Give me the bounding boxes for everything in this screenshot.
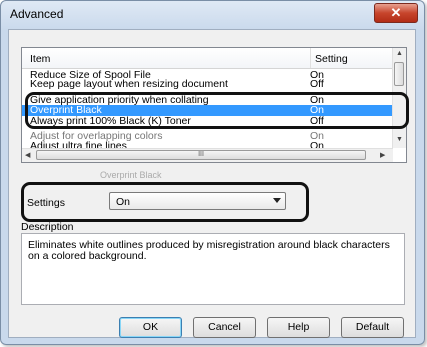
list-item-name: Keep page layout when resizing document — [30, 79, 228, 90]
column-divider[interactable] — [310, 48, 311, 68]
title-bar: Advanced ✕ — [1, 1, 424, 29]
cancel-button[interactable]: Cancel — [193, 317, 256, 338]
highlight-ring-list-selection — [25, 92, 409, 129]
scroll-right-icon[interactable]: ▶ — [380, 151, 385, 159]
default-button[interactable]: Default — [341, 317, 404, 338]
ok-button[interactable]: OK — [119, 317, 182, 338]
close-button[interactable]: ✕ — [374, 3, 418, 23]
chevron-down-icon[interactable] — [273, 198, 281, 203]
description-box: Eliminates white outlines produced by mi… — [21, 233, 405, 305]
settings-group-caption: Overprint Black — [100, 170, 162, 180]
scroll-down-icon[interactable]: ▼ — [396, 136, 403, 143]
settings-dropdown[interactable]: On — [109, 192, 286, 210]
vertical-scroll-thumb[interactable] — [394, 62, 404, 86]
window-title: Advanced — [10, 7, 64, 21]
description-heading: Description — [21, 221, 74, 233]
list-header: Item Setting — [22, 48, 393, 69]
column-header-item[interactable]: Item — [30, 53, 50, 65]
column-header-setting[interactable]: Setting — [315, 53, 348, 65]
settings-label: Settings — [27, 197, 65, 209]
list-item[interactable]: Keep page layout when resizing document … — [22, 79, 393, 90]
scroll-left-icon[interactable]: ◀ — [25, 151, 30, 159]
help-button[interactable]: Help — [267, 317, 330, 338]
description-text: Eliminates white outlines produced by mi… — [28, 239, 390, 262]
scroll-up-icon[interactable]: ▲ — [396, 50, 403, 57]
settings-dropdown-value: On — [116, 196, 131, 208]
horizontal-scroll-thumb[interactable]: III — [36, 150, 366, 160]
horizontal-scrollbar[interactable]: ◀ III ▶ — [22, 148, 393, 162]
list-item-value: Off — [310, 79, 324, 90]
